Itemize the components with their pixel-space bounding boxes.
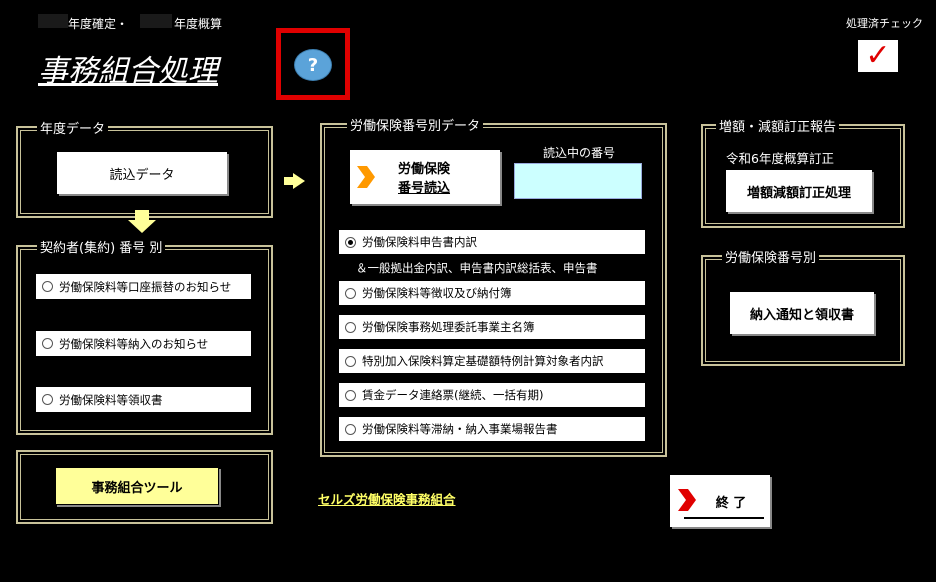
option-label: 労働保険料等領収書: [59, 392, 163, 407]
option-label: 労働保険事務処理委託事業主名簿: [362, 320, 535, 334]
option-arrears-report[interactable]: 労働保険料等滞納・納入事業場報告書: [339, 417, 645, 441]
help-button-highlight[interactable]: ?: [276, 28, 350, 100]
load-insurance-number-button[interactable]: 労働保険 番号読込: [350, 150, 500, 204]
help-icon[interactable]: ?: [294, 49, 332, 81]
processed-checkbox[interactable]: ✓: [858, 40, 898, 72]
fiscal-year-redacted-2: [140, 14, 172, 28]
processed-check-label: 処理済チェック: [846, 17, 923, 30]
option-label: 労働保険料等徴収及び納付簿: [362, 286, 512, 300]
exit-underline: [684, 517, 764, 519]
current-number-label: 読込中の番号: [543, 146, 616, 160]
app-title: 事務組合処理: [38, 54, 218, 89]
load-button-line2: 番号読込: [398, 181, 451, 196]
insurance-number-legend: 労働保険番号別: [722, 247, 820, 266]
chevron-icon: [357, 166, 375, 188]
option-note: ＆一般拠出金内訳、申告書内訳総括表、申告書: [356, 261, 598, 275]
down-arrow-icon: [124, 210, 160, 234]
org-link[interactable]: セルズ労働保険事務組合: [318, 489, 456, 508]
check-mark-icon: ✓: [865, 38, 891, 73]
radio-icon: [345, 321, 356, 333]
radio-icon: [345, 423, 356, 435]
radio-icon: [345, 287, 356, 299]
insurance-number-data-legend: 労働保険番号別データ: [347, 115, 484, 134]
option-label: 労働保険料申告書内訳: [362, 235, 477, 249]
option-premium-declaration-detail[interactable]: 労働保険料申告書内訳: [339, 230, 645, 254]
option-label: 特別加入保険料算定基礎額特例計算対象者内訳: [362, 354, 604, 368]
option-wage-data-slip[interactable]: 賃金データ連絡票(継続、一括有期): [339, 383, 645, 407]
correction-legend: 増額・減額訂正報告: [716, 116, 840, 135]
payment-notice-receipt-button[interactable]: 納入通知と領収書: [730, 292, 874, 334]
radio-icon: [345, 355, 356, 367]
load-button-line1: 労働保険: [398, 162, 451, 177]
radio-icon: [345, 389, 356, 401]
option-label: 賃金データ連絡票(継続、一括有期): [362, 388, 544, 402]
correction-subtitle: 令和6年度概算訂正: [726, 151, 834, 166]
office-tool-button[interactable]: 事務組合ツール: [55, 467, 219, 505]
radio-selected-icon: [345, 236, 356, 248]
help-symbol: ?: [307, 54, 319, 76]
contractor-option-payment-notice[interactable]: 労働保険料等納入のお知らせ: [36, 331, 251, 356]
fiscal-estimate-label: 年度概算: [174, 17, 223, 31]
fiscal-data-legend: 年度データ: [37, 118, 109, 137]
load-data-button[interactable]: 読込データ: [57, 152, 227, 194]
radio-icon: [42, 394, 53, 405]
exit-label: 終 了: [715, 495, 747, 511]
contractor-option-receipt[interactable]: 労働保険料等領収書: [36, 387, 251, 412]
fiscal-year-redacted-1: [38, 14, 68, 28]
option-collection-ledger[interactable]: 労働保険料等徴収及び納付簿: [339, 281, 645, 305]
contractor-option-bank-transfer[interactable]: 労働保険料等口座振替のお知らせ: [36, 274, 251, 299]
exit-button[interactable]: 終 了: [670, 475, 770, 527]
radio-icon: [42, 338, 53, 349]
option-employer-register[interactable]: 労働保険事務処理委託事業主名簿: [339, 315, 645, 339]
fiscal-confirm-label: 年度確定・: [68, 17, 129, 31]
right-arrow-icon: [284, 172, 306, 190]
increase-decrease-correction-button[interactable]: 増額減額訂正処理: [726, 170, 872, 212]
radio-icon: [42, 281, 53, 292]
option-label: 労働保険料等滞納・納入事業場報告書: [362, 422, 558, 436]
current-number-field: [514, 163, 642, 199]
option-label: 労働保険料等納入のお知らせ: [59, 336, 209, 351]
contractor-legend: 契約者(集約) 番号 別: [37, 237, 166, 256]
option-label: 労働保険料等口座振替のお知らせ: [59, 279, 232, 294]
chevron-icon: [678, 489, 696, 511]
option-special-enrollment[interactable]: 特別加入保険料算定基礎額特例計算対象者内訳: [339, 349, 645, 373]
